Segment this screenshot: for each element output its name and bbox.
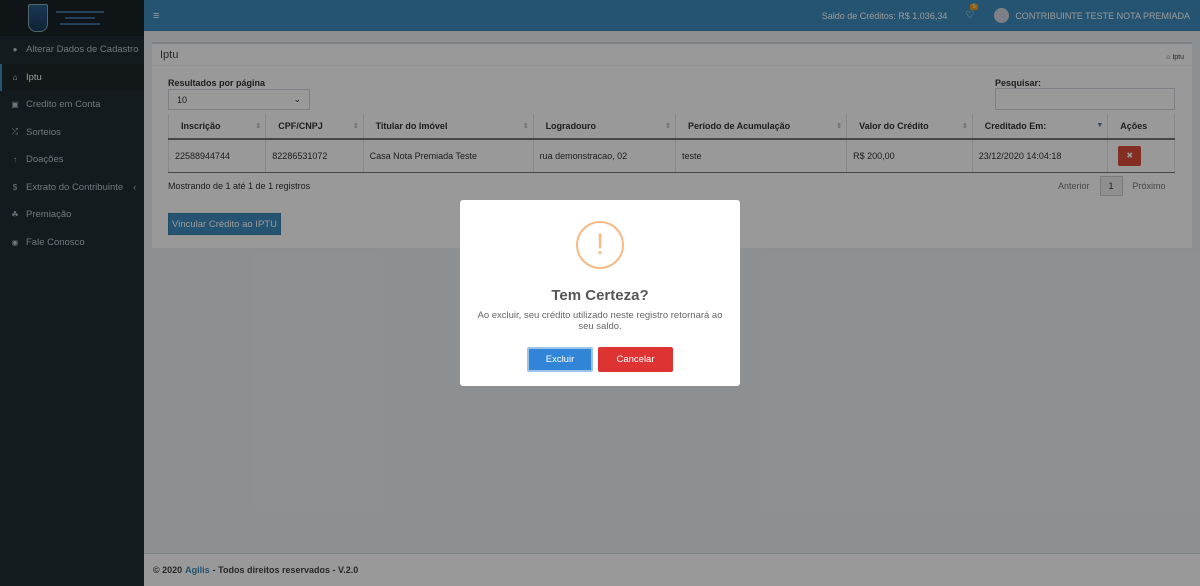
confirm-dialog: ! Tem Certeza? Ao excluir, seu crédito u… [460, 200, 740, 386]
confirm-delete-button[interactable]: Excluir [527, 347, 593, 372]
warning-icon: ! [576, 221, 624, 269]
dialog-text: Ao excluir, seu crédito utilizado neste … [477, 310, 723, 332]
cancel-button[interactable]: Cancelar [598, 347, 673, 372]
dialog-title: Tem Certeza? [551, 287, 649, 304]
